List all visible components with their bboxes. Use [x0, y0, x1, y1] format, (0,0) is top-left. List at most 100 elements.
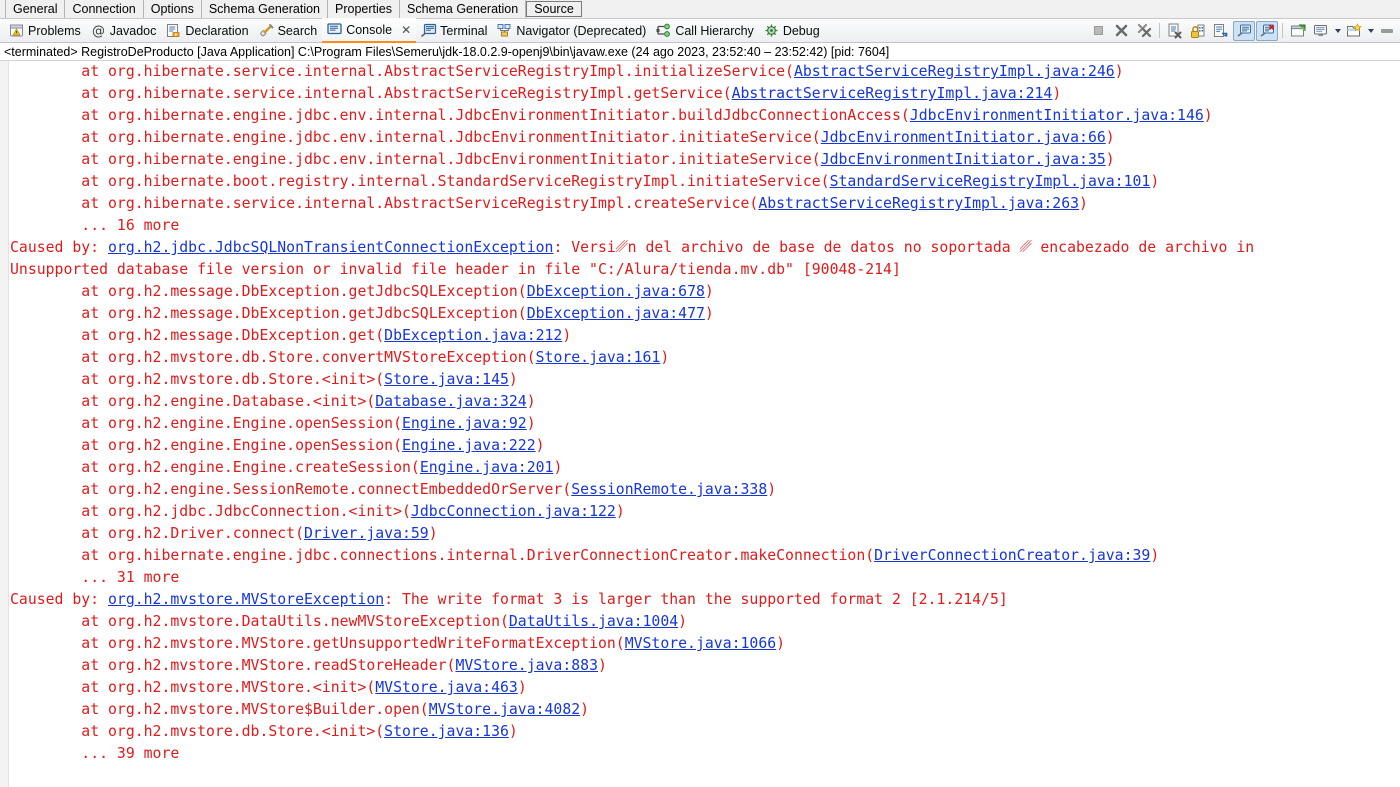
console-text[interactable]: at org.hibernate.service.internal.Abstra…: [9, 61, 1400, 787]
stack-trace-link[interactable]: MVStore.java:883: [455, 657, 598, 674]
stack-trace-link[interactable]: JdbcEnvironmentInitiator.java:146: [910, 107, 1204, 124]
property-tab-label: Connection: [72, 1, 136, 16]
stack-trace-link[interactable]: DbException.java:477: [527, 305, 705, 322]
property-tab-options[interactable]: Options: [143, 0, 202, 18]
stack-trace-link[interactable]: Store.java:136: [384, 723, 509, 740]
line-suffix: ): [580, 701, 590, 718]
line-suffix: ): [767, 481, 777, 498]
view-tab-navigator-deprecated[interactable]: Navigator (Deprecated): [492, 19, 651, 42]
stack-trace-link[interactable]: DriverConnectionCreator.java:39: [874, 547, 1150, 564]
stack-trace-link[interactable]: Database.java:324: [375, 393, 526, 410]
stack-trace-link[interactable]: DataUtils.java:1004: [509, 613, 678, 630]
line-text: Caused by:: [10, 591, 108, 608]
view-menu-button[interactable]: [1376, 21, 1398, 41]
view-tab-console[interactable]: Console ✕: [322, 18, 417, 43]
line-suffix: ): [526, 393, 536, 410]
stack-trace-link[interactable]: AbstractServiceRegistryImpl.java:214: [732, 85, 1053, 102]
view-tab-problems[interactable]: Problems: [4, 19, 86, 42]
view-tab-call-hierarchy[interactable]: Call Hierarchy: [651, 19, 759, 42]
stack-trace-link[interactable]: org.h2.mvstore.MVStoreException: [108, 591, 384, 608]
stack-trace-link[interactable]: Engine.java:201: [420, 459, 554, 476]
line-suffix: ): [526, 415, 536, 432]
show-console-on-output-button[interactable]: [1233, 20, 1255, 41]
line-suffix: ): [660, 349, 670, 366]
line-text: at org.hibernate.engine.jdbc.env.interna…: [81, 151, 821, 168]
display-selected-console-button[interactable]: [1310, 21, 1332, 41]
stack-trace-link[interactable]: DbException.java:678: [527, 283, 705, 300]
console-line: at org.hibernate.engine.jdbc.connections…: [10, 545, 1400, 567]
stack-trace-link[interactable]: Engine.java:222: [402, 437, 536, 454]
stack-trace-link[interactable]: JdbcEnvironmentInitiator.java:66: [821, 129, 1106, 146]
console-line: at org.h2.mvstore.MVStore$Builder.open(M…: [10, 699, 1400, 721]
console-line: ... 39 more: [10, 743, 1400, 765]
remove-launch-button[interactable]: [1110, 21, 1132, 41]
terminate-button[interactable]: [1087, 21, 1109, 41]
console-line: at org.h2.message.DbException.getJdbcSQL…: [10, 281, 1400, 303]
close-icon[interactable]: ✕: [401, 23, 411, 37]
line-suffix: ): [1105, 129, 1115, 146]
view-tab-declaration[interactable]: Declaration: [161, 19, 253, 42]
property-tab-properties[interactable]: Properties: [328, 0, 400, 18]
line-text: Unsupported database file version or inv…: [10, 261, 901, 278]
stack-trace-link[interactable]: MVStore.java:463: [375, 679, 518, 696]
line-text: ... 16 more: [81, 217, 180, 234]
svg-text:@: @: [92, 24, 105, 38]
stack-trace-link[interactable]: Engine.java:92: [402, 415, 527, 432]
console-line: at org.h2.Driver.connect(Driver.java:59): [10, 523, 1400, 545]
view-tab-terminal[interactable]: Terminal: [416, 19, 492, 42]
view-tab-label: Call Hierarchy: [675, 23, 754, 38]
view-tab-label: Console: [346, 22, 393, 37]
clear-console-button[interactable]: [1164, 21, 1186, 41]
property-tab-general[interactable]: General: [5, 0, 66, 18]
console-line: at org.h2.message.DbException.get(DbExce…: [10, 325, 1400, 347]
stack-trace-link[interactable]: JdbcEnvironmentInitiator.java:35: [821, 151, 1106, 168]
property-tab-strip: General Connection Options Schema Generatio…: [0, 0, 1400, 19]
open-console-button[interactable]: [1343, 21, 1365, 41]
open-console-caret-icon[interactable]: [1366, 21, 1375, 41]
property-tab-label: Schema Generation: [407, 1, 519, 16]
view-tab-label: Debug: [782, 23, 820, 38]
javadoc-icon: @: [91, 23, 106, 38]
view-tab-javadoc[interactable]: @ Javadoc: [86, 19, 162, 42]
display-selected-console-caret-icon[interactable]: [1333, 21, 1342, 41]
remove-all-terminated-button[interactable]: [1133, 21, 1155, 41]
word-wrap-button[interactable]: [1210, 21, 1232, 41]
property-tab-schema-generation[interactable]: Schema Generation: [400, 0, 527, 18]
stack-trace-link[interactable]: Store.java:145: [384, 371, 509, 388]
stack-trace-link[interactable]: DbException.java:212: [384, 327, 562, 344]
stack-trace-link[interactable]: SessionRemote.java:338: [571, 481, 767, 498]
stack-trace-link[interactable]: Driver.java:59: [304, 525, 429, 542]
stack-trace-link[interactable]: org.h2.jdbc.JdbcSQLNonTransientConnectio…: [108, 239, 553, 256]
show-console-on-error-button[interactable]: [1256, 20, 1278, 41]
scroll-lock-button[interactable]: [1187, 21, 1209, 41]
property-tab-source[interactable]: Source: [526, 1, 582, 17]
console-line: at org.h2.engine.Engine.openSession(Engi…: [10, 413, 1400, 435]
stack-trace-link[interactable]: AbstractServiceRegistryImpl.java:263: [758, 195, 1079, 212]
stack-trace-link[interactable]: StandardServiceRegistryImpl.java:101: [830, 173, 1151, 190]
view-tab-search[interactable]: Search: [254, 19, 323, 42]
view-tab-debug[interactable]: Debug: [759, 19, 825, 42]
stack-trace-link[interactable]: MVStore.java:4082: [429, 701, 580, 718]
property-tab-label: General: [13, 1, 58, 16]
view-tab-label: Navigator (Deprecated): [516, 23, 647, 38]
line-text: at org.hibernate.service.internal.Abstra…: [81, 63, 794, 80]
console-line: at org.h2.engine.SessionRemote.connectEm…: [10, 479, 1400, 501]
stack-trace-link[interactable]: MVStore.java:1066: [625, 635, 776, 652]
line-suffix: ): [562, 327, 572, 344]
console-output-area[interactable]: at org.hibernate.service.internal.Abstra…: [0, 61, 1400, 787]
stack-trace-link[interactable]: JdbcConnection.java:122: [411, 503, 616, 520]
stack-trace-link[interactable]: Store.java:161: [536, 349, 661, 366]
property-tab-connection[interactable]: Connection: [65, 0, 144, 18]
line-suffix: ): [615, 503, 625, 520]
stack-trace-link[interactable]: AbstractServiceRegistryImpl.java:246: [794, 63, 1115, 80]
property-tab-schema-generation[interactable]: Schema Generation: [201, 0, 329, 18]
pin-console-button[interactable]: [1287, 21, 1309, 41]
console-line: at org.h2.mvstore.MVStore.<init>(MVStore…: [10, 677, 1400, 699]
